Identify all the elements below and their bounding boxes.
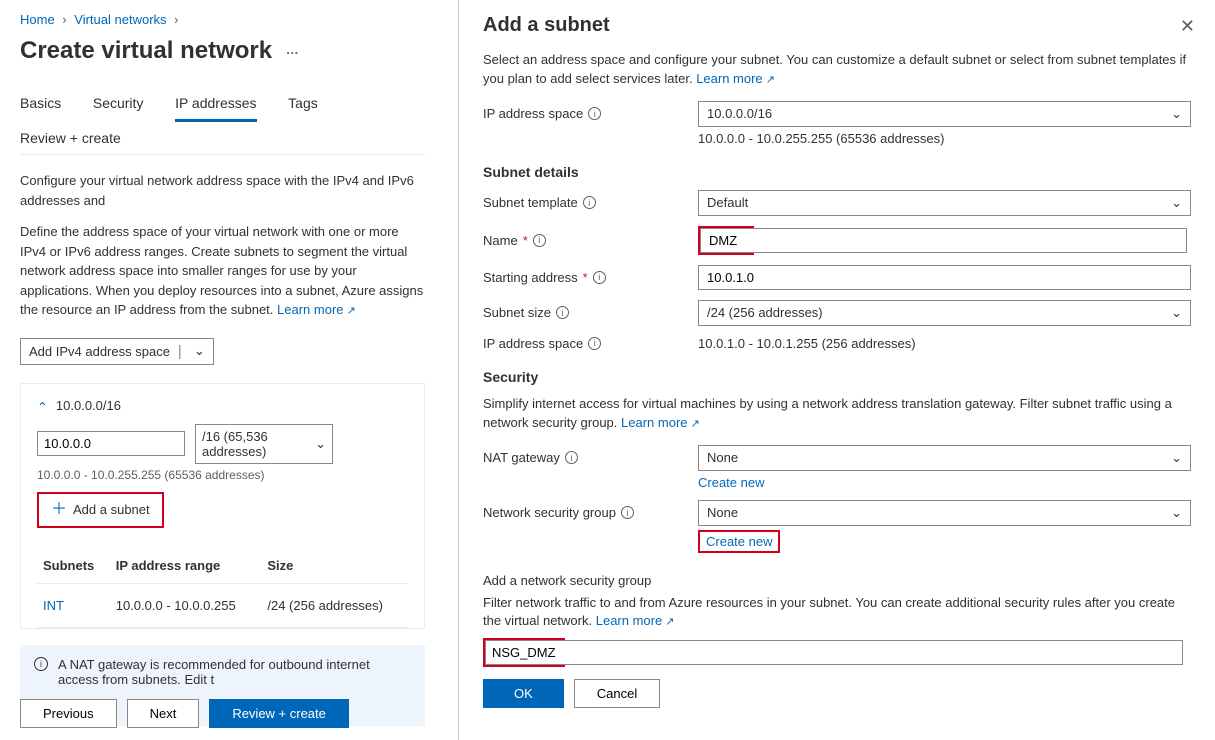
address-range-hint: 10.0.0.0 - 10.0.255.255 (65536 addresses… — [37, 468, 408, 482]
nsg-create-new-link[interactable]: Create new — [706, 534, 772, 549]
chevron-up-icon[interactable]: ⌄ — [37, 398, 48, 414]
next-button[interactable]: Next — [127, 699, 200, 728]
nsg-box-desc: Filter network traffic to and from Azure… — [483, 594, 1191, 631]
panel-intro: Select an address space and configure yo… — [483, 51, 1191, 89]
nsg-name-input[interactable] — [485, 640, 563, 665]
add-ipv4-space-button[interactable]: Add IPv4 address space | ⌄ — [20, 338, 214, 365]
subnet-size-select[interactable]: /24 (256 addresses)⌄ — [698, 300, 1191, 326]
chevron-down-icon: ⌄ — [1171, 305, 1182, 321]
panel-title: Add a subnet — [483, 14, 1191, 37]
address-input[interactable] — [37, 431, 185, 456]
page-title: Create virtual network — [20, 37, 272, 65]
tab-review[interactable]: Review + create — [20, 122, 121, 154]
info-icon[interactable]: i — [588, 337, 601, 350]
col-size: Size — [261, 548, 408, 584]
ok-button[interactable]: OK — [483, 679, 564, 708]
info-icon[interactable]: i — [583, 196, 596, 209]
review-create-button[interactable]: Review + create — [209, 699, 349, 728]
section-subnet-details: Subnet details — [483, 164, 1191, 180]
add-subnet-panel: ✕ Add a subnet Select an address space a… — [458, 0, 1215, 740]
nsg-name-input-rest[interactable] — [561, 640, 1183, 665]
breadcrumb: Home › Virtual networks › — [20, 8, 425, 37]
prefix-select[interactable]: /16 (65,536 addresses) ⌄ — [195, 424, 333, 464]
info-icon[interactable]: i — [593, 271, 606, 284]
close-icon[interactable]: ✕ — [1180, 16, 1195, 37]
space-cidr: 10.0.0.0/16 — [56, 398, 121, 413]
subnet-template-select[interactable]: Default⌄ — [698, 190, 1191, 216]
chevron-down-icon: ⌄ — [315, 436, 326, 452]
starting-address-input[interactable] — [698, 265, 1191, 290]
add-subnet-button[interactable]: ＋ Add a subnet — [41, 496, 160, 524]
chevron-down-icon: ⌄ — [1171, 505, 1182, 521]
tab-ip-addresses[interactable]: IP addresses — [175, 87, 256, 122]
nsg-select[interactable]: None⌄ — [698, 500, 1191, 526]
page-desc-2: Define the address space of your virtual… — [20, 222, 425, 320]
page-desc-1: Configure your virtual network address s… — [20, 171, 425, 210]
security-desc: Simplify internet access for virtual mac… — [483, 395, 1191, 433]
security-learn-more[interactable]: Learn more — [621, 415, 700, 430]
subnets-table: Subnets IP address range Size INT 10.0.0… — [37, 548, 408, 628]
ip-space-hint: 10.0.0.0 - 10.0.255.255 (65536 addresses… — [698, 131, 1191, 146]
ip-space-result: 10.0.1.0 - 10.0.1.255 (256 addresses) — [698, 336, 1191, 351]
info-icon[interactable]: i — [621, 506, 634, 519]
col-subnets: Subnets — [37, 548, 110, 584]
info-icon[interactable]: i — [533, 234, 546, 247]
chevron-down-icon: ⌄ — [1171, 195, 1182, 211]
section-security: Security — [483, 369, 1191, 385]
tab-tags[interactable]: Tags — [288, 87, 318, 119]
tabs: Basics Security IP addresses Tags Review… — [20, 87, 425, 155]
more-icon[interactable]: … — [286, 42, 301, 57]
subnet-link[interactable]: INT — [43, 598, 64, 613]
subnet-name-input-rest[interactable] — [750, 228, 1187, 253]
ip-space-select[interactable]: 10.0.0.0/16⌄ — [698, 101, 1191, 127]
tab-security[interactable]: Security — [93, 87, 144, 119]
breadcrumb-home[interactable]: Home — [20, 12, 55, 27]
nsg-learn-more[interactable]: Learn more — [596, 613, 675, 628]
nat-gateway-select[interactable]: None⌄ — [698, 445, 1191, 471]
wizard-footer: Previous Next Review + create — [20, 699, 349, 728]
cancel-button[interactable]: Cancel — [574, 679, 660, 708]
tab-basics[interactable]: Basics — [20, 87, 61, 119]
plus-icon: ＋ — [51, 502, 67, 518]
panel-learn-more[interactable]: Learn more — [696, 71, 775, 86]
info-icon[interactable]: i — [588, 107, 601, 120]
info-icon[interactable]: i — [556, 306, 569, 319]
table-row[interactable]: INT 10.0.0.0 - 10.0.0.255 /24 (256 addre… — [37, 583, 408, 627]
subnet-name-input[interactable] — [700, 228, 752, 253]
chevron-down-icon: ⌄ — [1171, 450, 1182, 466]
nat-create-new-link[interactable]: Create new — [698, 475, 764, 490]
nsg-box-title: Add a network security group — [483, 573, 1191, 588]
info-icon: i — [34, 657, 48, 671]
chevron-down-icon: ⌄ — [194, 343, 205, 359]
learn-more-link[interactable]: Learn more — [277, 302, 356, 317]
address-space-card: ⌄ 10.0.0.0/16 /16 (65,536 addresses) ⌄ 1… — [20, 383, 425, 629]
breadcrumb-vnets[interactable]: Virtual networks — [74, 12, 166, 27]
info-icon[interactable]: i — [565, 451, 578, 464]
previous-button[interactable]: Previous — [20, 699, 117, 728]
col-range: IP address range — [110, 548, 262, 584]
add-nsg-box: Add a network security group Filter netw… — [483, 563, 1191, 719]
chevron-down-icon: ⌄ — [1171, 106, 1182, 122]
